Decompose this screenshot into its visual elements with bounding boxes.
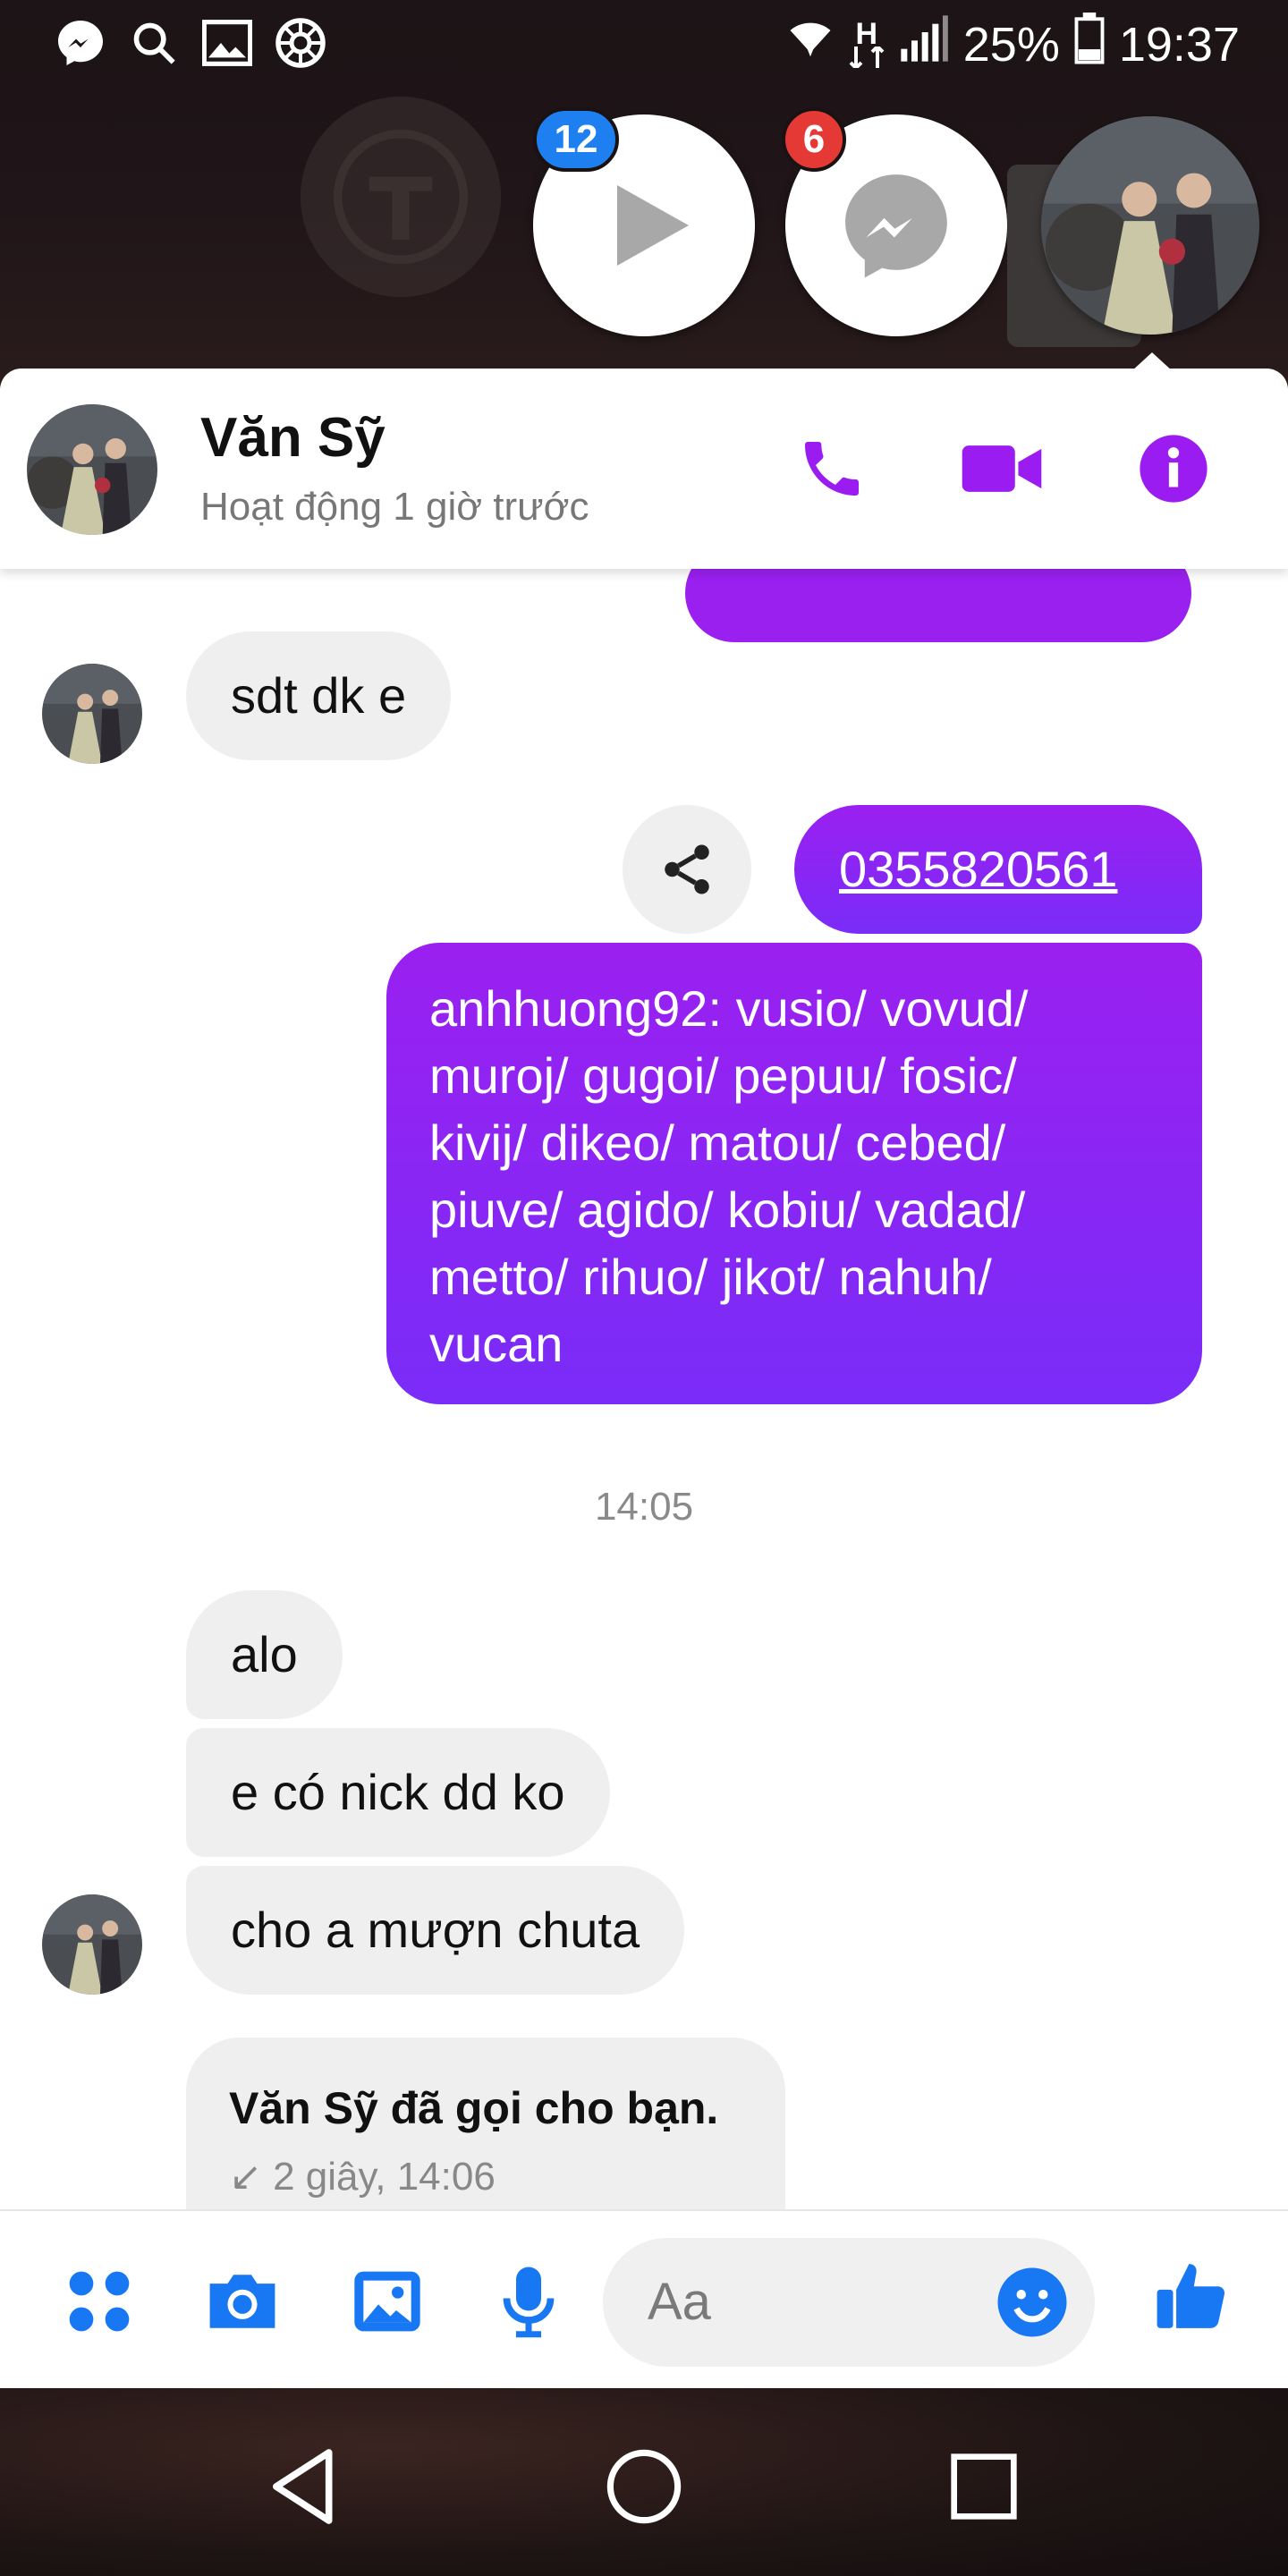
chat-window: Văn Sỹ Hoạt động 1 giờ trước sdt dk e 03… bbox=[0, 369, 1288, 2388]
status-bar: H 25% 19:37 bbox=[0, 0, 1288, 86]
outgoing-phone-link[interactable]: 0355820561 bbox=[794, 805, 1202, 934]
info-button[interactable] bbox=[1129, 424, 1218, 513]
message-line: piuve/ agido/ kobiu/ vadad/ bbox=[429, 1182, 1026, 1238]
conversation-header: Văn Sỹ Hoạt động 1 giờ trước bbox=[0, 369, 1288, 569]
incoming-message[interactable]: cho a mượn chuta bbox=[186, 1866, 685, 1995]
battery-icon bbox=[1074, 13, 1105, 76]
contact-avatar[interactable] bbox=[42, 1894, 142, 1995]
wedding-photo-avatar bbox=[27, 404, 157, 535]
search-icon bbox=[127, 18, 181, 68]
phone-icon bbox=[805, 442, 859, 496]
clock: 19:37 bbox=[1118, 17, 1240, 72]
back-triangle-icon bbox=[273, 2449, 333, 2524]
back-button[interactable] bbox=[250, 2433, 358, 2540]
activity-status: Hoạt động 1 giờ trước bbox=[200, 485, 589, 529]
contact-avatar[interactable] bbox=[42, 664, 142, 764]
incoming-message[interactable]: sdt dk e bbox=[186, 631, 452, 760]
voice-message-button[interactable] bbox=[490, 2263, 567, 2340]
info-icon bbox=[1140, 435, 1208, 503]
recents-square-icon bbox=[951, 2453, 1017, 2520]
contact-name[interactable]: Văn Sỹ bbox=[200, 406, 386, 470]
video-camera-icon bbox=[962, 445, 1042, 492]
wedding-photo-avatar bbox=[42, 664, 142, 764]
chat-head-dismissed[interactable] bbox=[301, 97, 501, 297]
message-line: vucan bbox=[429, 1316, 564, 1372]
messenger-badge: 6 bbox=[782, 107, 846, 172]
message-line: anhhuong92: vusio/ vovud/ bbox=[429, 980, 1029, 1037]
image-icon bbox=[354, 2271, 420, 2332]
recents-button[interactable] bbox=[930, 2433, 1038, 2540]
message-list[interactable]: sdt dk e 0355820561 anhhuong92: vusio/ v… bbox=[0, 369, 1288, 2209]
smiley-icon bbox=[997, 2267, 1067, 2337]
call-details: ↙ 2 giây, 14:06 bbox=[229, 2155, 496, 2199]
share-button[interactable] bbox=[623, 805, 751, 934]
like-button[interactable] bbox=[1154, 2258, 1231, 2334]
wifi-icon bbox=[786, 14, 835, 74]
message-line: kivij/ dikeo/ matou/ cebed/ bbox=[429, 1114, 1006, 1171]
message-line: muroj/ gugoi/ pepuu/ fosic/ bbox=[429, 1047, 1017, 1104]
message-line: metto/ rihuo/ jikot/ nahuh/ bbox=[429, 1249, 992, 1305]
call-title: Văn Sỹ đã gọi cho bạn. bbox=[229, 2083, 719, 2133]
emoji-button[interactable] bbox=[995, 2265, 1070, 2344]
outgoing-message[interactable]: anhhuong92: vusio/ vovud/ muroj/ gugoi/ … bbox=[386, 943, 1202, 1404]
signal-icon bbox=[899, 13, 949, 75]
gallery-button[interactable] bbox=[349, 2263, 426, 2340]
network-icon: H bbox=[849, 19, 885, 68]
home-button[interactable] bbox=[590, 2433, 698, 2540]
wedding-photo-avatar bbox=[1041, 116, 1259, 335]
camera-button[interactable] bbox=[204, 2263, 281, 2340]
incoming-message[interactable]: alo bbox=[186, 1590, 343, 1719]
thumbs-up-icon bbox=[1157, 2264, 1225, 2328]
incoming-message[interactable]: e có nick dd ko bbox=[186, 1728, 610, 1857]
voice-call-button[interactable] bbox=[787, 424, 877, 513]
messenger-logo-icon bbox=[845, 174, 947, 278]
composer-bar bbox=[0, 2209, 1288, 2388]
contact-avatar[interactable] bbox=[27, 404, 157, 535]
gallery-icon bbox=[200, 18, 254, 68]
navigation-bar bbox=[0, 2388, 1288, 2576]
share-icon bbox=[665, 844, 709, 894]
video-call-button[interactable] bbox=[957, 424, 1046, 513]
play-icon bbox=[617, 185, 689, 266]
messenger-icon bbox=[54, 18, 107, 68]
video-badge: 12 bbox=[533, 107, 619, 172]
wedding-photo-avatar bbox=[42, 1894, 142, 1995]
more-actions-button[interactable] bbox=[61, 2263, 138, 2340]
microphone-icon bbox=[503, 2267, 555, 2338]
person-icon bbox=[333, 129, 469, 265]
message-input[interactable] bbox=[648, 2272, 952, 2332]
battery-percent: 25% bbox=[962, 17, 1060, 72]
camera-icon bbox=[209, 2275, 275, 2328]
message-input-wrap bbox=[603, 2238, 1095, 2367]
timestamp-divider: 14:05 bbox=[594, 1485, 694, 1529]
aperture-icon bbox=[274, 18, 327, 68]
four-dots-icon bbox=[69, 2271, 130, 2332]
home-circle-icon bbox=[606, 2449, 682, 2524]
missed-call-card[interactable]: Văn Sỹ đã gọi cho bạn. ↙ 2 giây, 14:06 bbox=[186, 2038, 785, 2209]
contact-chat-head[interactable] bbox=[1041, 116, 1259, 335]
